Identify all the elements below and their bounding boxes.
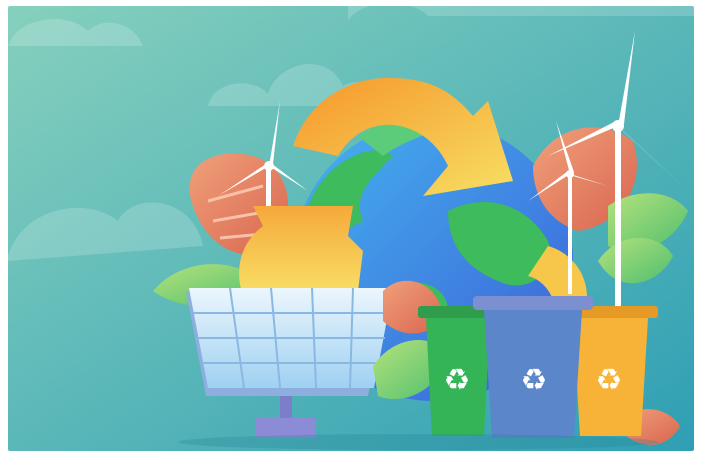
- eco-illustration: ♻ ♻ ♻: [8, 6, 694, 451]
- eco-scene: ♻ ♻ ♻: [8, 6, 694, 451]
- ground-shadow: [178, 434, 658, 450]
- recycle-icon: ♻: [521, 363, 548, 398]
- recycle-icon: ♻: [596, 363, 623, 398]
- recycle-icon: ♻: [444, 363, 471, 398]
